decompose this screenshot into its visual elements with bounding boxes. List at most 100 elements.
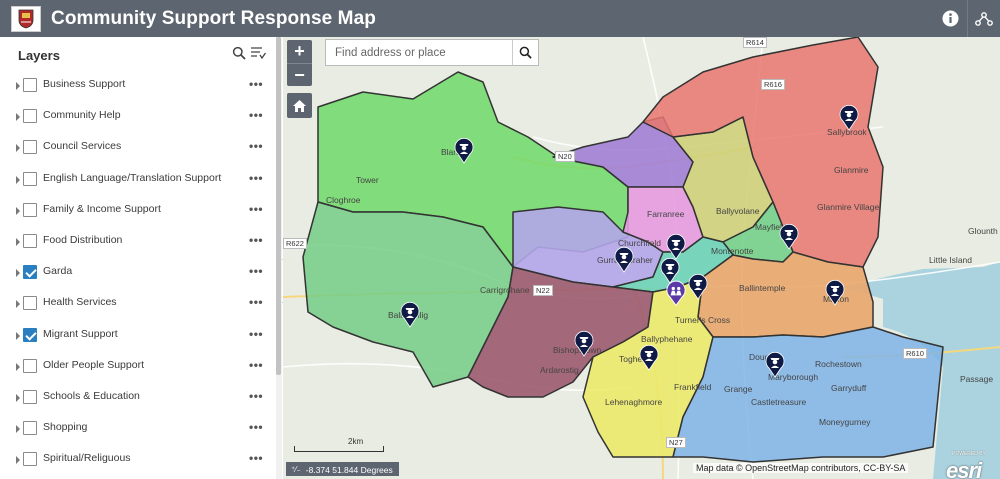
expand-caret-icon[interactable] <box>16 237 20 246</box>
layer-visibility-checkbox[interactable] <box>23 233 37 248</box>
layer-item[interactable]: Health Services ••• <box>0 288 275 319</box>
police-officer-icon[interactable] <box>666 233 686 260</box>
layer-visibility-checkbox[interactable] <box>23 389 37 404</box>
police-officer-icon[interactable] <box>454 137 474 164</box>
layer-options-icon[interactable]: ••• <box>249 389 263 403</box>
police-officer-icon[interactable] <box>779 223 799 250</box>
expand-caret-icon[interactable] <box>16 206 20 215</box>
police-officer-icon[interactable] <box>839 104 859 131</box>
layer-item[interactable]: Food Distribution ••• <box>0 226 275 257</box>
place-label: Passage <box>960 374 994 384</box>
people-group-icon[interactable] <box>666 280 686 307</box>
layer-options-icon[interactable]: ••• <box>249 233 263 247</box>
coordinate-readout[interactable]: ⁺⁄₋ -8.374 51.844 Degrees <box>286 462 399 476</box>
road-label: N27 <box>666 437 686 448</box>
search-input[interactable] <box>326 40 513 65</box>
layer-item[interactable]: Migrant Support ••• <box>0 320 275 351</box>
layer-label: Schools & Education <box>43 389 140 402</box>
scrollbar-track[interactable] <box>276 37 282 479</box>
expand-caret-icon[interactable] <box>16 362 20 371</box>
expand-caret-icon[interactable] <box>16 331 20 340</box>
layer-options-icon[interactable]: ••• <box>249 295 263 309</box>
map-attribution: Map data © OpenStreetMap contributors, C… <box>693 463 909 473</box>
place-label: Lehenaghmore <box>605 397 663 407</box>
road-label: N22 <box>533 285 553 296</box>
police-officer-icon[interactable] <box>614 246 634 273</box>
layer-visibility-checkbox[interactable] <box>23 421 37 436</box>
search-icon[interactable] <box>232 46 246 60</box>
layer-visibility-checkbox[interactable] <box>23 171 37 186</box>
layer-label: Family & Income Support <box>43 202 161 215</box>
expand-caret-icon[interactable] <box>16 113 20 122</box>
layer-item[interactable]: Spiritual/Religuous ••• <box>0 444 275 475</box>
esri-powered-text: POWERED BY <box>952 451 986 457</box>
place-label: Carrigrohane <box>480 285 530 295</box>
layer-options-icon[interactable]: ••• <box>249 108 263 122</box>
place-label: Glanmire Village <box>817 202 880 212</box>
layer-label: Garda <box>43 265 73 278</box>
layer-item[interactable]: English Language/Translation Support ••• <box>0 164 275 195</box>
layer-item[interactable]: Community Help ••• <box>0 101 275 132</box>
search-button[interactable] <box>512 40 538 65</box>
layer-options-icon[interactable]: ••• <box>249 139 263 153</box>
layer-options-icon[interactable]: ••• <box>249 202 263 216</box>
expand-caret-icon[interactable] <box>16 393 20 402</box>
place-label: Frankfield <box>674 382 712 392</box>
layer-visibility-checkbox[interactable] <box>23 358 37 373</box>
layer-label: Council Services <box>43 140 122 153</box>
esri-logo-text: esri <box>946 458 982 479</box>
layer-item[interactable]: Garda ••• <box>0 257 275 288</box>
layers-title: Layers <box>18 48 60 63</box>
layer-visibility-checkbox[interactable] <box>23 452 37 467</box>
place-label: Montenotte <box>711 246 754 256</box>
expand-caret-icon[interactable] <box>16 269 20 278</box>
map-view[interactable]: R614 R616 N20 R622 N22 N27 R610 Blarney … <box>283 37 1000 479</box>
place-label: Castletreasure <box>751 397 807 407</box>
layer-options-icon[interactable]: ••• <box>249 327 263 341</box>
place-label: Tower <box>356 175 379 185</box>
share-button[interactable] <box>967 0 1000 37</box>
police-officer-icon[interactable] <box>765 351 785 378</box>
layer-item[interactable]: Family & Income Support ••• <box>0 195 275 226</box>
layer-item[interactable]: Business Support ••• <box>0 70 275 101</box>
layer-visibility-checkbox[interactable] <box>23 140 37 155</box>
expand-caret-icon[interactable] <box>16 175 20 184</box>
layer-visibility-checkbox[interactable] <box>23 265 37 280</box>
scale-bar <box>294 446 384 452</box>
layer-label: Shopping <box>43 421 88 434</box>
expand-caret-icon[interactable] <box>16 300 20 309</box>
layer-options-icon[interactable]: ••• <box>249 451 263 465</box>
police-officer-icon[interactable] <box>574 330 594 357</box>
scrollbar-thumb[interactable] <box>276 37 281 375</box>
expand-caret-icon[interactable] <box>16 456 20 465</box>
zoom-out-button[interactable]: − <box>287 63 312 86</box>
layer-visibility-checkbox[interactable] <box>23 109 37 124</box>
layer-item[interactable]: Older People Support ••• <box>0 351 275 382</box>
layer-options-icon[interactable]: ••• <box>249 171 263 185</box>
layer-options-icon[interactable]: ••• <box>249 420 263 434</box>
expand-caret-icon[interactable] <box>16 144 20 153</box>
info-button[interactable] <box>934 0 967 37</box>
layer-visibility-checkbox[interactable] <box>23 78 37 92</box>
police-officer-icon[interactable] <box>639 344 659 371</box>
layer-label: Business Support <box>43 78 126 90</box>
layer-item[interactable]: Schools & Education ••• <box>0 382 275 413</box>
layer-label: English Language/Translation Support <box>43 171 222 184</box>
layer-item[interactable]: Council Services ••• <box>0 132 275 163</box>
layer-item[interactable]: Shopping ••• <box>0 413 275 444</box>
expand-caret-icon[interactable] <box>16 82 20 90</box>
filter-icon[interactable] <box>250 46 266 60</box>
layer-visibility-checkbox[interactable] <box>23 296 37 311</box>
layer-visibility-checkbox[interactable] <box>23 202 37 217</box>
layer-options-icon[interactable]: ••• <box>249 77 263 91</box>
layer-options-icon[interactable]: ••• <box>249 358 263 372</box>
layer-options-icon[interactable]: ••• <box>249 264 263 278</box>
police-officer-icon[interactable] <box>400 301 420 328</box>
police-officer-icon[interactable] <box>825 279 845 306</box>
zoom-in-button[interactable]: + <box>287 40 312 63</box>
expand-caret-icon[interactable] <box>16 425 20 434</box>
home-button[interactable] <box>287 93 312 118</box>
police-officer-icon[interactable] <box>688 273 708 300</box>
layer-visibility-checkbox[interactable] <box>23 327 37 342</box>
place-label: Turner's Cross <box>675 315 731 325</box>
